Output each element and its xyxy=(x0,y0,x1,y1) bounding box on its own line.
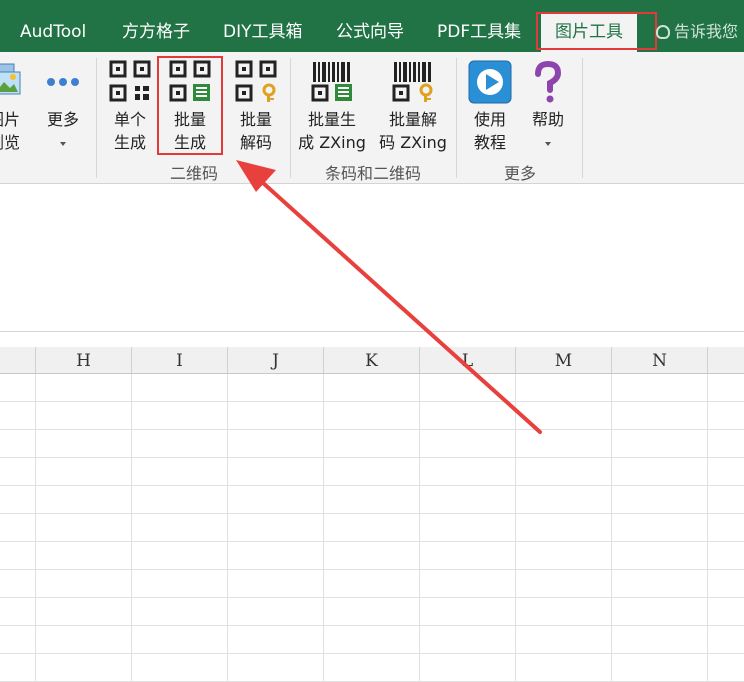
grid-column-line xyxy=(227,374,228,682)
group-separator xyxy=(456,58,457,178)
question-mark-icon xyxy=(535,60,562,103)
grid-column-line xyxy=(611,374,612,682)
play-icon xyxy=(468,60,512,104)
column-header-i[interactable]: I xyxy=(131,347,227,373)
more-dropdown-caret xyxy=(60,142,66,146)
ribbon: 图片 浏览 更多 单个 生成 批量 生成 xyxy=(0,52,744,184)
cell-grid[interactable] xyxy=(0,374,744,682)
tab-formula-wizard[interactable]: 公式向导 xyxy=(336,10,404,50)
group-separator xyxy=(582,58,583,178)
grid-row-line xyxy=(0,513,744,514)
tell-me-box[interactable]: 告诉我您 xyxy=(656,10,738,54)
ribbon-tab-bar: AudTool 方方格子 DIY工具箱 公式向导 PDF工具集 图片工具 告诉我… xyxy=(0,0,744,52)
zxing-generate-label: 批量生 成 ZXing xyxy=(298,110,366,152)
help-label: 帮助 xyxy=(531,110,564,129)
image-browse-label: 图片 浏览 xyxy=(0,110,20,152)
more-label: 更多 xyxy=(46,110,79,129)
grid-column-line xyxy=(419,374,420,682)
column-header-h[interactable]: H xyxy=(35,347,131,373)
grid-row-line xyxy=(0,597,744,598)
zxing-decode-label: 批量解 码 ZXing xyxy=(379,110,447,152)
grid-row-line xyxy=(0,541,744,542)
barcode-list-icon xyxy=(311,62,352,102)
tutorial-label: 使用 教程 xyxy=(473,110,506,152)
lightbulb-icon xyxy=(656,25,670,39)
ellipsis-icon xyxy=(47,78,79,86)
qrcode-group-label: 二维码 xyxy=(169,164,218,183)
group-separator xyxy=(290,58,291,178)
barcode-key-icon xyxy=(392,62,433,102)
group-separator xyxy=(96,58,97,178)
column-header-l[interactable]: L xyxy=(419,347,515,373)
formula-area xyxy=(0,184,744,332)
barcode-group-label: 条码和二维码 xyxy=(324,164,421,183)
column-headers: H I J K L M N xyxy=(0,347,744,374)
grid-row-line xyxy=(0,401,744,402)
grid-row-line xyxy=(0,653,744,654)
single-generate-label: 单个 生成 xyxy=(113,110,146,152)
tab-diy-toolbox[interactable]: DIY工具箱 xyxy=(223,10,303,50)
column-header-n[interactable]: N xyxy=(611,347,707,373)
tab-audtool[interactable]: AudTool xyxy=(20,10,86,50)
grid-column-line xyxy=(515,374,516,682)
qr-code-key-icon xyxy=(235,60,277,102)
more-group-label: 更多 xyxy=(503,164,536,183)
grid-column-line xyxy=(323,374,324,682)
grid-row-line xyxy=(0,625,744,626)
pictures-icon xyxy=(0,63,21,95)
grid-row-line xyxy=(0,429,744,430)
qr-code-icon xyxy=(109,60,151,102)
grid-column-line xyxy=(707,374,708,682)
grid-row-line xyxy=(0,569,744,570)
grid-row-line xyxy=(0,457,744,458)
tab-ffgz[interactable]: 方方格子 xyxy=(122,10,190,50)
column-header-k[interactable]: K xyxy=(323,347,419,373)
grid-column-line xyxy=(35,374,36,682)
batch-generate-highlight-box xyxy=(157,56,223,155)
grid-column-line xyxy=(131,374,132,682)
tell-me-text: 告诉我您 xyxy=(674,22,739,41)
batch-decode-label: 批量 解码 xyxy=(239,110,272,152)
tab-highlight-box xyxy=(536,12,657,50)
column-header-j[interactable]: J xyxy=(227,347,323,373)
grid-row-line xyxy=(0,485,744,486)
column-header-o-partial[interactable] xyxy=(707,347,744,373)
help-dropdown-caret xyxy=(545,142,551,146)
column-header-m[interactable]: M xyxy=(515,347,611,373)
tab-pdf-tools[interactable]: PDF工具集 xyxy=(437,10,521,50)
